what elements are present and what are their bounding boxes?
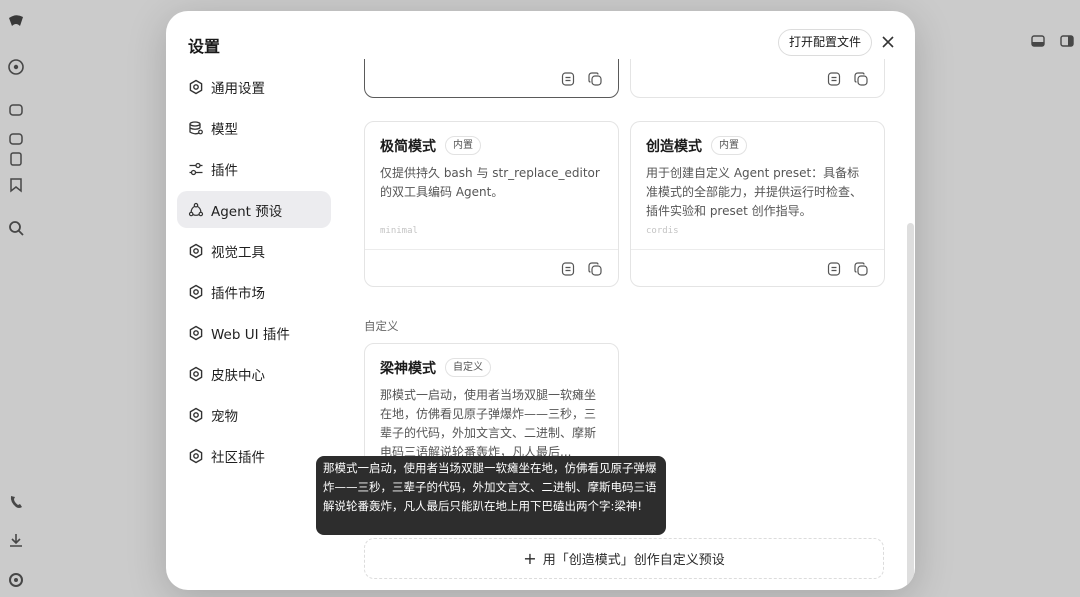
database-icon: [189, 120, 203, 134]
details-icon[interactable]: [826, 261, 842, 277]
builtin-badge: 内置: [445, 136, 481, 155]
details-icon[interactable]: [560, 71, 576, 87]
sidebar-item-label: 插件市场: [211, 285, 265, 302]
gear-icon: [189, 79, 203, 94]
gear-icon: [189, 407, 203, 422]
create-preset-label: 用「创造模式」创作自定义预设: [542, 553, 725, 568]
card-footer: [365, 249, 618, 286]
settings-sidebar: 通用设置 模型 插件 Agent 预设 视觉工具 插件市场 Web UI 插件: [177, 68, 331, 478]
copy-icon[interactable]: [853, 261, 869, 277]
agent-icon: [188, 202, 204, 216]
sidebar-item-label: 插件: [211, 162, 238, 179]
close-icon[interactable]: [879, 33, 897, 51]
sidebar-item-label: 皮肤中心: [211, 367, 265, 384]
preset-title: 创造模式: [646, 139, 702, 155]
builtin-badge: 内置: [711, 136, 747, 155]
sidebar-item-label: 社区插件: [211, 449, 265, 466]
preset-card[interactable]: [364, 59, 619, 98]
preset-title: 梁神模式: [380, 361, 436, 377]
custom-badge: 自定义: [445, 358, 491, 377]
sidebar-item-label: Agent 预设: [211, 203, 283, 220]
sidebar-item-vision-tools[interactable]: 视觉工具: [177, 232, 331, 269]
modal-title: 设置: [188, 37, 221, 56]
description-tooltip: 那模式一启动，使用者当场双腿一软瘫坐在地，仿佛看见原子弹爆炸——三秒，三辈子的代…: [316, 456, 666, 535]
preset-card[interactable]: [630, 59, 885, 98]
preset-card-cordis[interactable]: 创造模式 内置 用于创建自定义 Agent preset：具备标准模式的全部能力…: [630, 121, 885, 287]
create-custom-preset-button[interactable]: + 用「创造模式」创作自定义预设: [364, 538, 884, 579]
copy-icon[interactable]: [587, 261, 603, 277]
sidebar-item-general[interactable]: 通用设置: [177, 68, 331, 105]
sidebar-item-label: Web UI 插件: [211, 326, 290, 343]
custom-section-label: 自定义: [364, 319, 399, 333]
card-footer: [631, 249, 884, 286]
sidebar-item-plugins[interactable]: 插件: [177, 150, 331, 187]
sidebar-item-label: 视觉工具: [211, 244, 265, 261]
plus-icon: +: [523, 549, 537, 568]
gear-icon: [189, 284, 203, 299]
scrollbar-thumb[interactable]: [907, 223, 914, 590]
copy-icon[interactable]: [853, 71, 869, 87]
preset-id: minimal: [380, 226, 418, 236]
sidebar-item-plugin-market[interactable]: 插件市场: [177, 273, 331, 310]
sidebar-item-pets[interactable]: 宠物: [177, 396, 331, 433]
sliders-icon: [189, 162, 203, 175]
gear-icon: [189, 243, 203, 258]
preset-description: 仅提供持久 bash 与 str_replace_editor 的双工具编码 A…: [380, 166, 600, 199]
gear-icon: [189, 325, 203, 340]
preset-card-minimal[interactable]: 极简模式 内置 仅提供持久 bash 与 str_replace_editor …: [364, 121, 619, 287]
gear-icon: [189, 448, 203, 463]
card-footer: [365, 60, 618, 97]
sidebar-item-web-ui-plugins[interactable]: Web UI 插件: [177, 314, 331, 351]
gear-icon: [189, 366, 203, 381]
preset-description: 那模式一启动，使用者当场双腿一软瘫坐在地，仿佛看见原子弹爆炸——三秒，三辈子的代…: [380, 388, 597, 459]
sidebar-item-label: 模型: [211, 121, 238, 138]
details-icon[interactable]: [826, 71, 842, 87]
sidebar-item-label: 宠物: [211, 408, 238, 425]
sidebar-item-community-plugins[interactable]: 社区插件: [177, 437, 331, 474]
preset-title: 极简模式: [380, 139, 436, 155]
sidebar-item-label: 通用设置: [211, 80, 265, 97]
sidebar-item-agent-presets[interactable]: Agent 预设: [177, 191, 331, 228]
sidebar-item-skin-center[interactable]: 皮肤中心: [177, 355, 331, 392]
preset-id: cordis: [646, 226, 679, 236]
open-config-button[interactable]: 打开配置文件: [778, 29, 873, 56]
sidebar-item-models[interactable]: 模型: [177, 109, 331, 146]
card-footer: [631, 60, 884, 97]
preset-description: 用于创建自定义 Agent preset：具备标准模式的全部能力，并提供运行时检…: [646, 166, 863, 218]
copy-icon[interactable]: [587, 71, 603, 87]
details-icon[interactable]: [560, 261, 576, 277]
